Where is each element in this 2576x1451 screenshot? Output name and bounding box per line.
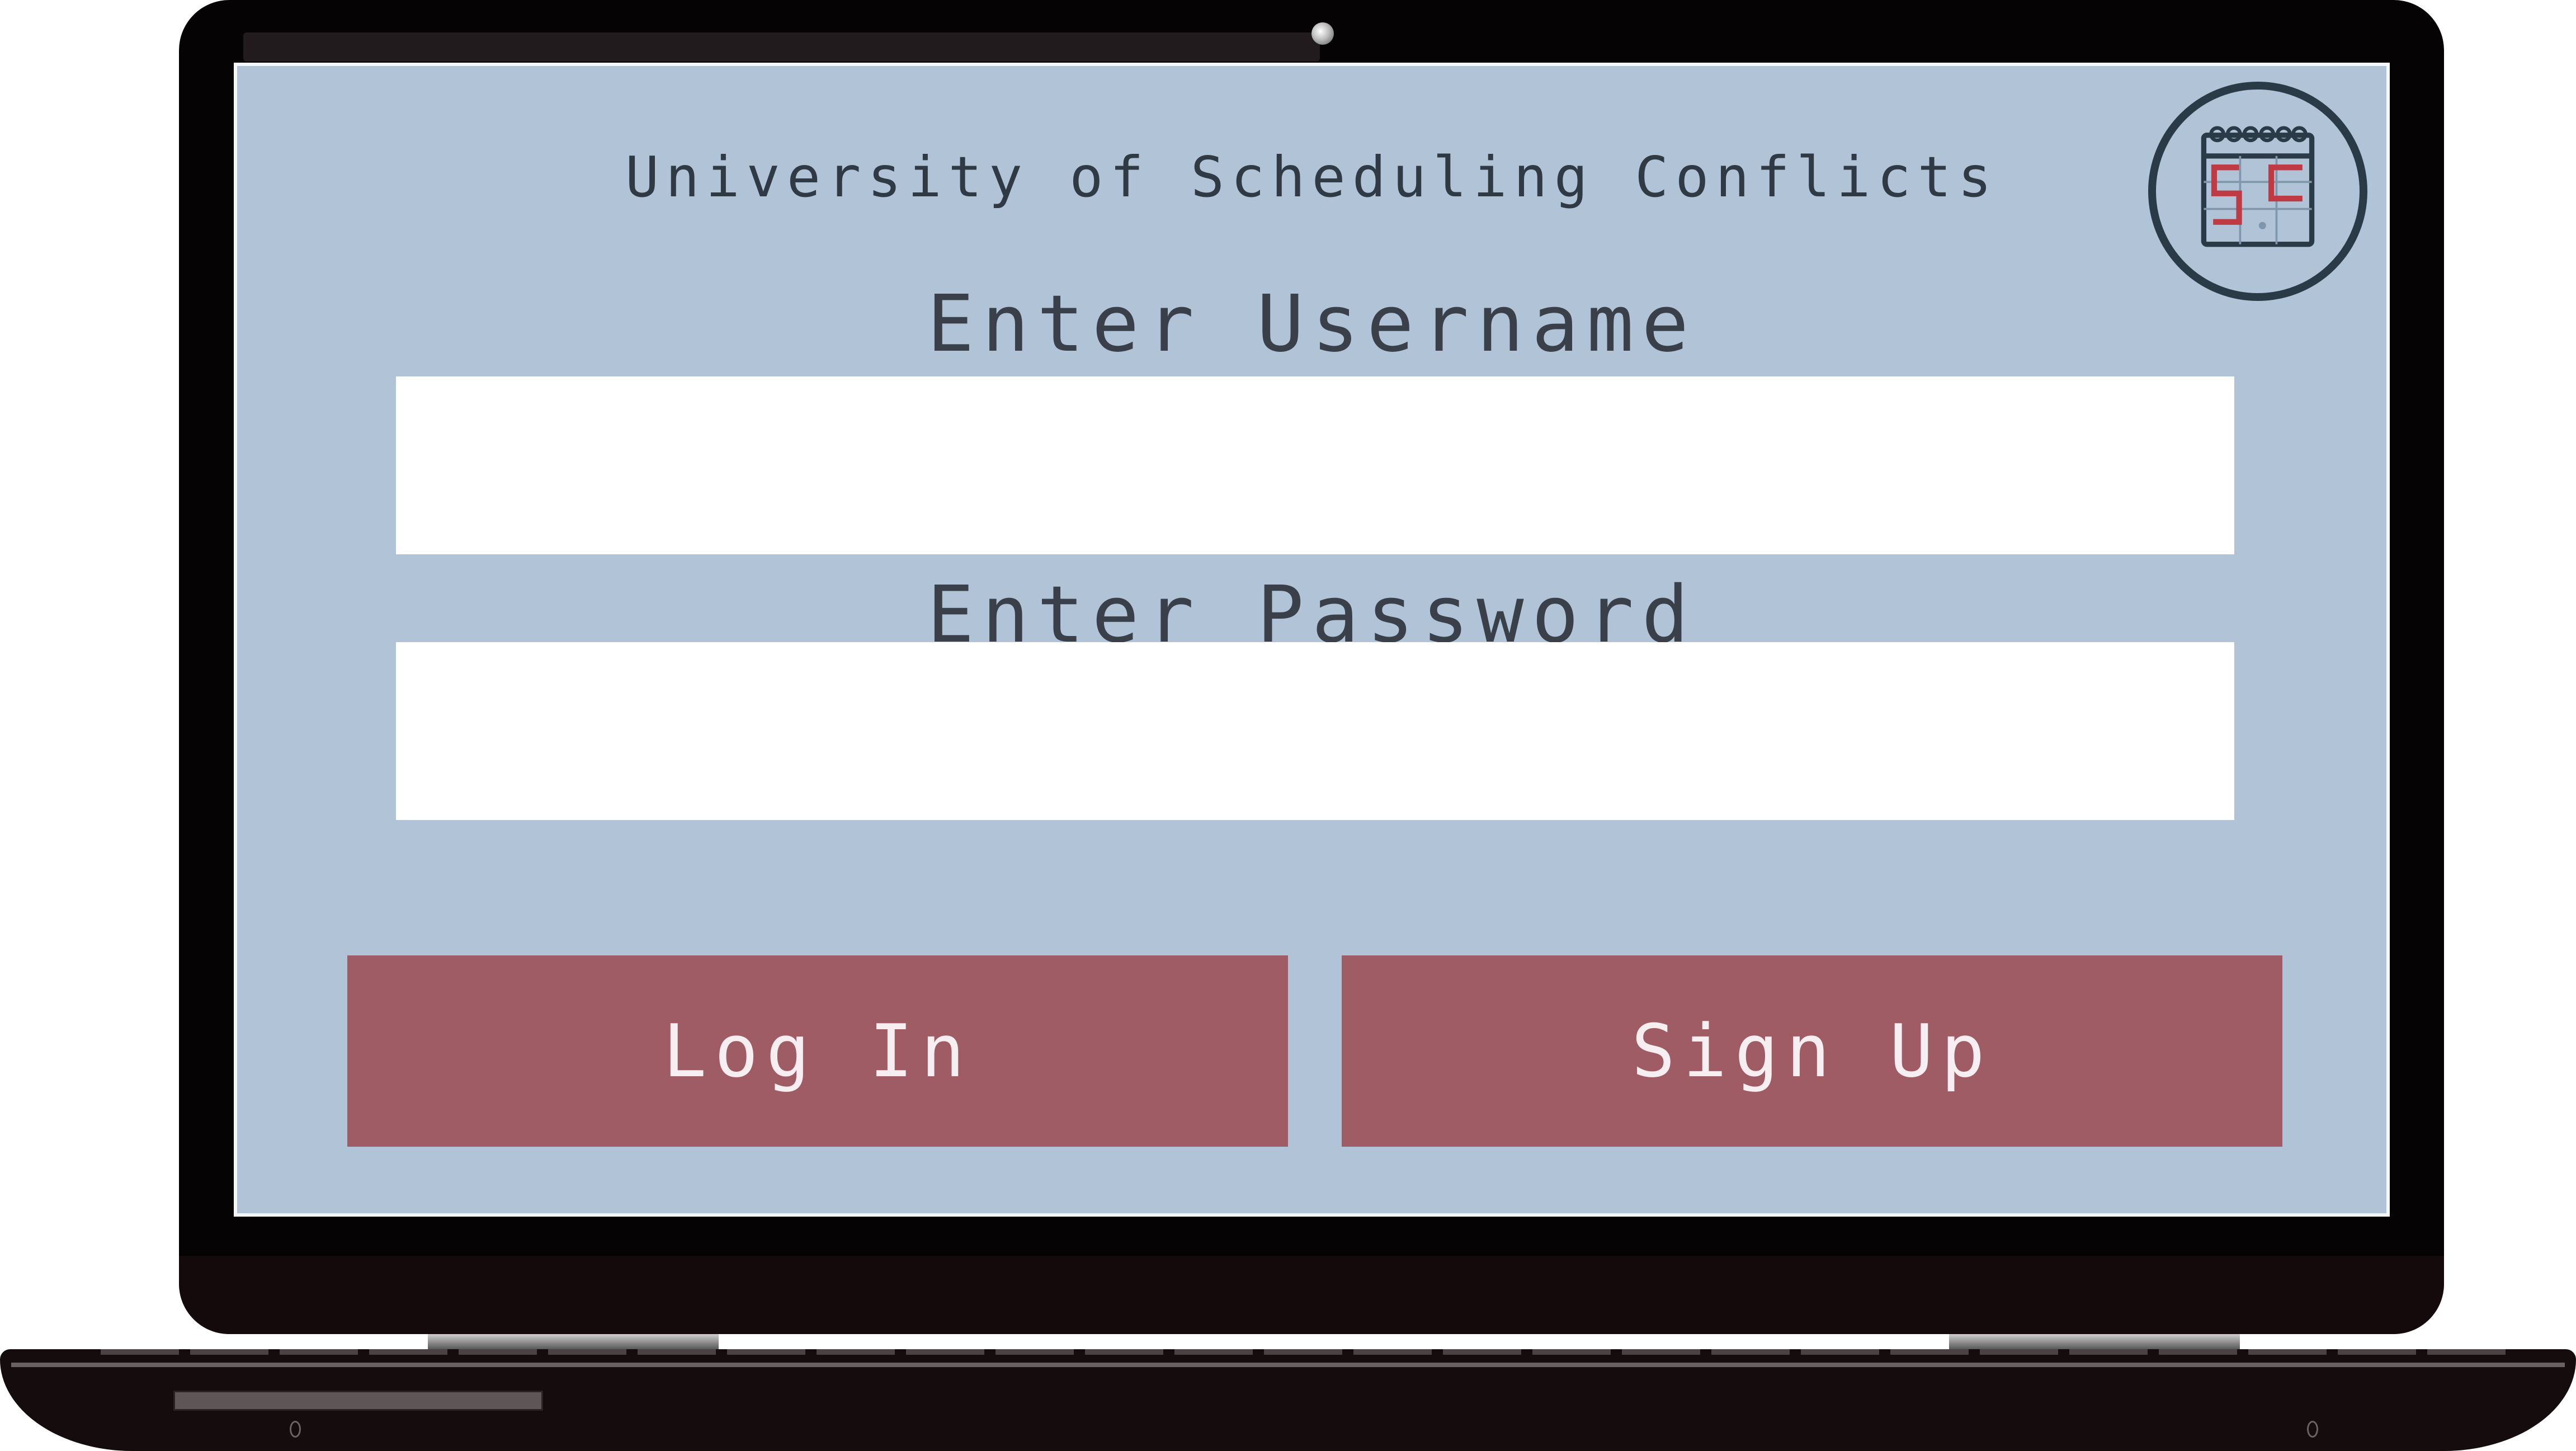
username-input[interactable]	[396, 376, 2234, 554]
app-title: University of Scheduling Conflicts	[625, 144, 1998, 210]
login-button[interactable]: Log In	[347, 955, 1288, 1147]
foot-icon-right	[2307, 1421, 2318, 1438]
calendar-icon	[2201, 126, 2315, 247]
signup-button[interactable]: Sign Up	[1342, 955, 2282, 1147]
login-screen: University of Scheduling Conflicts Enter…	[234, 63, 2390, 1217]
username-label: Enter Username	[927, 279, 1697, 370]
password-input[interactable]	[396, 642, 2234, 820]
trackpad-slot	[173, 1391, 543, 1411]
base-edge-line	[11, 1363, 2565, 1367]
laptop-bezel-bottom	[179, 1256, 2444, 1334]
webcam-icon	[1311, 22, 1334, 45]
laptop-mockup: University of Scheduling Conflicts Enter…	[0, 0, 2576, 1451]
camera-bar	[243, 32, 1320, 62]
calendar-logo-icon	[2148, 82, 2367, 301]
foot-icon-left	[290, 1421, 301, 1438]
keyboard-edge	[101, 1349, 2506, 1355]
